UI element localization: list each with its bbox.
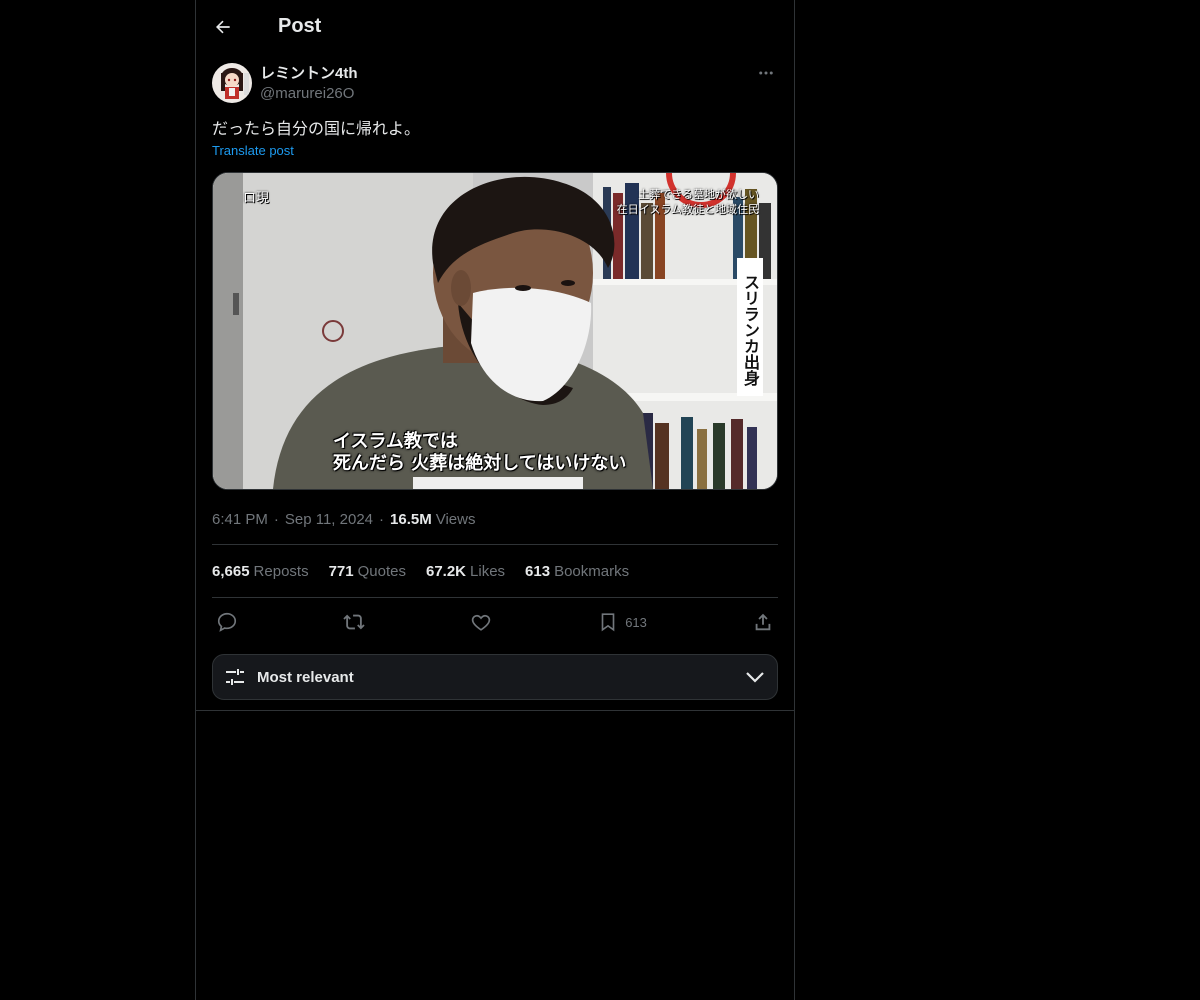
share-icon — [755, 613, 771, 631]
post-stats: 6,665 Reposts 771 Quotes 67.2K Likes 613 Boo… — [212, 545, 778, 598]
repost-icon — [343, 614, 365, 630]
more-horizontal-icon — [759, 71, 773, 75]
heart-icon — [471, 614, 491, 631]
quotes-count: 771 — [328, 562, 354, 580]
author-display-name[interactable]: レミントン4th — [260, 64, 358, 84]
post-media[interactable]: ロ現 土葬できる墓地が欲しい 在日イスラム教徒と地域住民 スリランカ出身 イスラ… — [212, 172, 778, 490]
primary-column: Post レミントン4th @marurei26O だったら自分の国に帰れよ。 … — [195, 0, 795, 1000]
more-button[interactable] — [754, 61, 778, 85]
author-row: レミントン4th @marurei26O — [212, 63, 778, 107]
back-button[interactable] — [206, 10, 240, 44]
post-text: だったら自分の国に帰れよ。 — [212, 119, 421, 138]
post-date[interactable]: Sep 11, 2024 — [285, 511, 373, 528]
media-caption-side: スリランカ出身 — [737, 258, 763, 396]
bookmarks-stat[interactable]: 613 Bookmarks — [525, 563, 629, 580]
bookmarks-count: 613 — [525, 562, 551, 580]
separator-dot: · — [379, 510, 385, 528]
post-time[interactable]: 6:41 PM — [212, 511, 268, 528]
like-button[interactable] — [470, 605, 492, 639]
reply-icon — [217, 612, 237, 632]
views-label: Views — [435, 510, 476, 528]
likes-count: 67.2K — [425, 562, 467, 580]
bookmarks-label: Bookmarks — [554, 562, 630, 580]
arrow-left-icon — [216, 20, 230, 33]
translate-post-link[interactable]: Translate post — [212, 143, 294, 158]
bookmark-icon — [601, 613, 615, 632]
quotes-stat[interactable]: 771 Quotes — [329, 563, 406, 580]
sort-chevron — [743, 665, 767, 689]
avatar[interactable] — [212, 63, 252, 103]
bookmark-button[interactable]: 613 — [597, 605, 647, 639]
post-meta: 6:41 PM · Sep 11, 2024 · 16.5M Views — [212, 508, 778, 545]
share-button[interactable] — [752, 605, 774, 639]
chevron-down-icon — [746, 672, 764, 683]
post-divider — [196, 710, 794, 711]
sort-label: Most relevant — [257, 668, 354, 686]
reply-sort-dropdown[interactable]: Most relevant — [212, 654, 778, 700]
reposts-count: 6,665 — [212, 562, 250, 580]
views-count: 16.5M — [390, 510, 432, 528]
header: Post — [196, 0, 794, 53]
media-caption-top: 土葬できる墓地が欲しい 在日イスラム教徒と地域住民 — [616, 188, 759, 216]
reply-button[interactable] — [216, 605, 238, 639]
likes-label: Likes — [470, 562, 506, 580]
reposts-label: Reposts — [253, 562, 309, 580]
author-handle[interactable]: @marurei26O — [260, 84, 358, 104]
media-caption-top-left: ロ現 — [243, 191, 270, 206]
repost-button[interactable] — [343, 605, 365, 639]
post: レミントン4th @marurei26O だったら自分の国に帰れよ。 Trans… — [196, 53, 794, 700]
avatar-image — [212, 63, 252, 103]
reposts-stat[interactable]: 6,665 Reposts — [212, 563, 309, 580]
bookmark-count: 613 — [625, 614, 647, 630]
post-actions: 613 — [212, 598, 778, 646]
sliders-icon — [226, 669, 244, 685]
separator-dot: · — [273, 510, 279, 528]
author-meta: レミントン4th @marurei26O — [260, 63, 358, 104]
page-title: Post — [278, 15, 322, 37]
media-caption-bottom: イスラム教では 死んだら 火葬は絶対してはいけない — [333, 431, 627, 474]
quotes-label: Quotes — [357, 562, 406, 580]
likes-stat[interactable]: 67.2K Likes — [426, 563, 505, 580]
